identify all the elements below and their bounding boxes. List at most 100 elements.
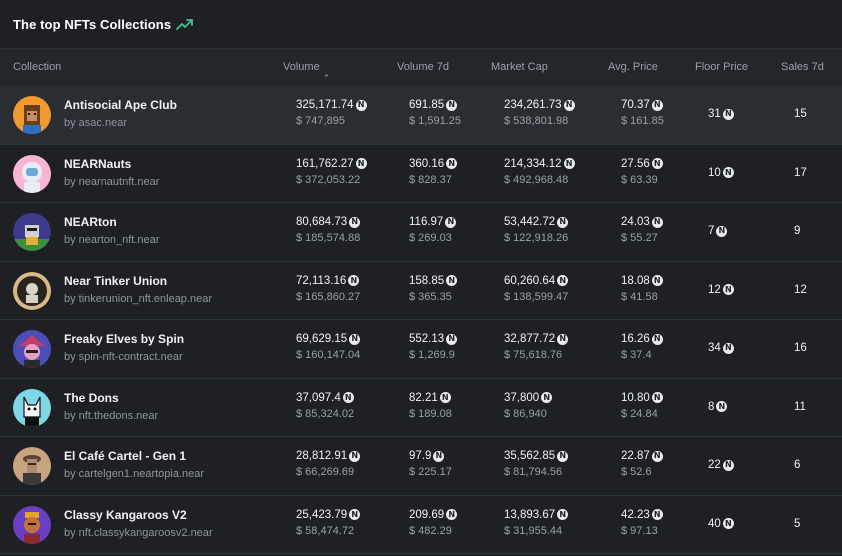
table-row[interactable]: The Dons by nft.thedons.near 37,097.4 N $…	[0, 378, 842, 437]
volume7d-usd: $ 365.35	[409, 290, 452, 303]
collection-name[interactable]: Near Tinker Union	[64, 274, 167, 288]
market-cap-usd: $ 538,801.98	[504, 115, 569, 127]
avg-price-usd: $ 52.6	[621, 466, 652, 478]
collection-avatar[interactable]	[13, 505, 51, 544]
avg-price-usd: $ 37.4	[621, 349, 652, 361]
market-cap-usd: $ 75,618.76	[504, 349, 563, 361]
table-row[interactable]: NEARNauts by nearnautnft.near 161,762.27…	[0, 144, 842, 203]
sales7d-value: 16	[794, 342, 807, 354]
near-token-icon: N	[557, 333, 569, 345]
near-token-icon: N	[446, 275, 458, 286]
floor-price-value: 31	[708, 108, 721, 120]
collection-avatar[interactable]	[13, 154, 51, 193]
avg-price-usd: $ 41.58	[621, 290, 658, 303]
near-token-icon: N	[349, 450, 361, 462]
volume-value: 325,171.74	[296, 99, 354, 111]
collection-name[interactable]: The Dons	[64, 391, 119, 405]
col-market-cap[interactable]: Market Cap	[491, 61, 548, 73]
collection-name[interactable]: Classy Kangaroos V2	[64, 508, 187, 522]
nft-collections-panel: The top NFTs Collections Collection Volu…	[0, 0, 842, 556]
near-token-icon: N	[722, 167, 734, 178]
collection-avatar[interactable]	[13, 213, 51, 251]
near-token-icon: N	[433, 450, 445, 462]
sales7d-value: 17	[794, 166, 807, 179]
sales7d-value: 15	[794, 108, 807, 120]
col-sales7d[interactable]: Sales 7d	[781, 61, 824, 73]
floor-price-value: 34	[708, 342, 721, 354]
table-row[interactable]: Near Tinker Union by tinkerunion_nft.enl…	[0, 261, 842, 320]
floor-price-value: 12	[708, 283, 721, 296]
table-row[interactable]: Classy Kangaroos V2 by nft.classykangaro…	[0, 495, 842, 554]
collection-owner: by tinkerunion_nft.enleap.near	[64, 292, 212, 305]
col-floor-price[interactable]: Floor Price	[695, 61, 748, 73]
volume-usd: $ 85,324.02	[296, 407, 355, 420]
avg-price-cell: 42.23 N $ 97.13	[621, 509, 663, 537]
collection-avatar[interactable]	[13, 271, 51, 310]
volume7d-cell: 209.69 N $ 482.29	[409, 508, 458, 537]
market-cap-value: 35,562.85	[504, 450, 556, 462]
trend-up-icon	[176, 18, 194, 30]
floor-price-cell: 7N	[708, 225, 728, 237]
volume7d-cell: 691.85 N $ 1,591.25	[409, 99, 461, 127]
volume-cell: 72,113.16 N $ 165,860.27	[296, 275, 360, 303]
col-avg-price[interactable]: Avg. Price	[608, 61, 658, 73]
market-cap-cell: 35,562.85 N $ 81,794.56	[504, 450, 569, 478]
floor-price-value: 8	[708, 400, 715, 413]
volume7d-usd: $ 828.37	[409, 173, 452, 186]
col-collection[interactable]: Collection	[13, 61, 61, 73]
collection-avatar[interactable]	[13, 96, 51, 134]
col-volume[interactable]: Volume ⌃	[283, 61, 330, 83]
collection-avatar[interactable]	[13, 330, 51, 368]
near-token-icon: N	[716, 225, 728, 237]
near-token-icon: N	[355, 158, 367, 169]
floor-price-cell: 22 N	[708, 459, 734, 471]
volume-cell: 25,423.79 N $ 58,474.72	[296, 509, 361, 537]
collection-owner: by asac.near	[64, 117, 127, 129]
near-token-icon: N	[557, 275, 569, 286]
collection-name[interactable]: Antisocial Ape Club	[64, 98, 177, 112]
collection-avatar[interactable]	[13, 447, 51, 485]
market-cap-value: 214,334.12	[504, 157, 562, 170]
near-token-icon: N	[349, 216, 361, 228]
table-row[interactable]: El Café Cartel - Gen 1 by cartelgen1.nea…	[0, 437, 842, 496]
near-token-icon: N	[722, 342, 734, 354]
collection-name[interactable]: NEARNauts	[64, 157, 131, 171]
market-cap-value: 13,893.67	[504, 508, 556, 521]
collection-owner: by nft.classykangaroosv2.near	[64, 526, 213, 539]
near-token-icon: N	[563, 158, 575, 169]
collection-name[interactable]: Freaky Elves by Spin	[64, 332, 184, 346]
collection-name[interactable]: NEARton	[64, 215, 117, 229]
market-cap-value: 53,442.72	[504, 216, 556, 228]
near-token-icon: N	[446, 99, 458, 111]
volume-usd: $ 160,147.04	[296, 349, 361, 361]
floor-price-value: 7	[708, 225, 715, 237]
volume7d-value: 97.9	[409, 450, 432, 462]
avg-price-value: 18.08	[621, 274, 650, 287]
col-volume-label: Volume	[283, 61, 320, 73]
near-token-icon: N	[722, 518, 734, 529]
volume7d-value: 209.69	[409, 508, 445, 521]
table-row[interactable]: Freaky Elves by Spin by spin-nft-contrac…	[0, 320, 842, 379]
near-token-icon: N	[348, 275, 360, 286]
sales7d-value: 9	[794, 225, 801, 237]
volume7d-value: 82.21	[409, 391, 438, 404]
market-cap-cell: 60,260.64 N $ 138,599.47	[504, 275, 568, 303]
sales7d-value: 12	[794, 283, 807, 296]
table-row[interactable]: Antisocial Ape Club by asac.near 325,171…	[0, 86, 842, 145]
market-cap-usd: $ 81,794.56	[504, 466, 563, 478]
col-volume7d[interactable]: Volume 7d	[397, 61, 449, 73]
volume-usd: $ 372,053.22	[296, 173, 361, 186]
volume-usd: $ 185,574.88	[296, 232, 361, 244]
avg-price-usd: $ 63.39	[621, 173, 658, 186]
collection-avatar[interactable]	[13, 388, 51, 427]
avg-price-cell: 70.37 N $ 161.85	[621, 99, 664, 127]
table-row[interactable]: NEARton by nearton_nft.near 80,684.73 N $…	[0, 203, 842, 262]
market-cap-cell: 37,800 N $ 86,940	[504, 392, 553, 420]
collection-name[interactable]: El Café Cartel - Gen 1	[64, 449, 186, 463]
volume7d-value: 691.85	[409, 99, 445, 111]
near-token-icon: N	[541, 392, 553, 403]
market-cap-usd: $ 31,955.44	[504, 524, 563, 537]
sort-asc-icon[interactable]: ⌃	[323, 73, 331, 84]
volume7d-cell: 552.13 N $ 1,269.9	[409, 333, 458, 361]
floor-price-value: 40	[708, 517, 721, 530]
